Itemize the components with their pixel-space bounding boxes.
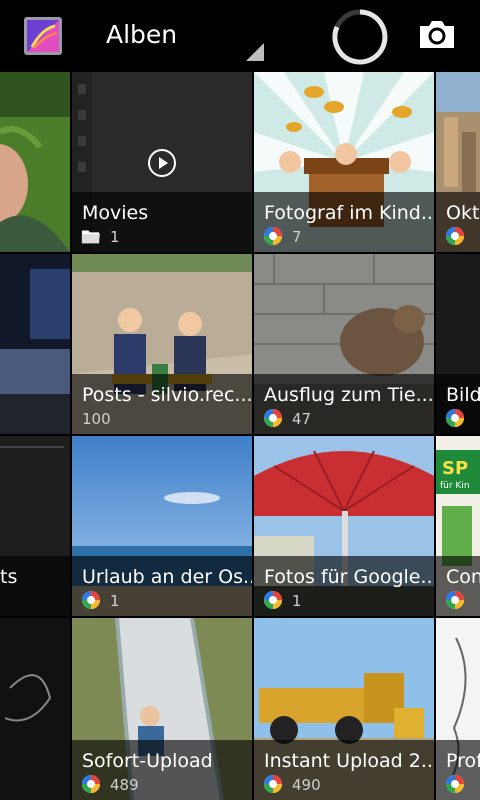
- album-label-bar: Instant Upload 2... 490: [254, 740, 434, 800]
- picasa-icon: [264, 409, 282, 427]
- picasa-icon: [446, 591, 464, 609]
- dropdown-triangle-icon[interactable]: [246, 43, 264, 61]
- gallery-app-icon[interactable]: [24, 17, 62, 55]
- album-count: 1: [292, 592, 302, 610]
- album-view-title[interactable]: Alben: [106, 20, 177, 49]
- album-label-bar: Ausflug zum Tie... 47: [254, 374, 434, 434]
- album-grid: Movies 1 Fotograf im Kind... 7 Okt Posts…: [0, 72, 480, 800]
- album-count: 489: [110, 776, 139, 794]
- album-count: 100: [82, 410, 111, 428]
- album-tile[interactable]: ts: [0, 436, 70, 616]
- sp-sub-text: für Kin: [440, 481, 470, 491]
- album-thumbnail: [0, 254, 70, 434]
- picasa-icon: [264, 775, 282, 793]
- album-tile[interactable]: Prof: [436, 618, 480, 800]
- picasa-icon: [82, 775, 100, 793]
- picasa-icon: [82, 591, 100, 609]
- camera-icon[interactable]: [418, 18, 456, 50]
- album-tile[interactable]: [0, 618, 70, 800]
- action-bar: Alben: [0, 0, 480, 72]
- album-title: ts: [0, 566, 18, 588]
- album-label-bar: Con: [436, 556, 480, 616]
- album-label-bar: Movies 1: [72, 192, 252, 252]
- album-tile[interactable]: Posts - silvio.rec... 100: [72, 254, 252, 434]
- album-label-bar: Prof: [436, 740, 480, 800]
- album-label-bar: Bild: [436, 374, 480, 434]
- album-tile[interactable]: Movies 1: [72, 72, 252, 252]
- folder-icon: [81, 230, 101, 244]
- album-label-bar: Fotos für Google... 1: [254, 556, 434, 616]
- album-title: Fotos für Google...: [264, 566, 434, 588]
- album-title: Urlaub an der Os...: [82, 566, 252, 588]
- album-title: Posts - silvio.rec...: [82, 384, 252, 406]
- album-label-bar: Okto: [436, 192, 480, 252]
- album-label-bar: ts: [0, 556, 70, 616]
- album-title: Instant Upload 2...: [264, 750, 434, 772]
- album-tile[interactable]: [0, 254, 70, 434]
- album-label-bar: Posts - silvio.rec... 100: [72, 374, 252, 434]
- album-tile[interactable]: Instant Upload 2... 490: [254, 618, 434, 800]
- album-tile[interactable]: Urlaub an der Os... 1: [72, 436, 252, 616]
- album-title: Prof: [446, 750, 480, 772]
- album-count: 1: [110, 592, 120, 610]
- picasa-icon: [264, 591, 282, 609]
- album-label-bar: Sofort-Upload 489: [72, 740, 252, 800]
- picasa-icon: [446, 775, 464, 793]
- album-tile[interactable]: Ausflug zum Tie... 47: [254, 254, 434, 434]
- album-label-bar: Urlaub an der Os... 1: [72, 556, 252, 616]
- album-title: Okto: [446, 202, 480, 224]
- album-tile[interactable]: Fotos für Google... 1: [254, 436, 434, 616]
- play-icon[interactable]: [147, 148, 177, 178]
- album-count: 47: [292, 410, 312, 428]
- album-tile[interactable]: [0, 72, 70, 252]
- album-label-bar: Fotograf im Kind... 7: [254, 192, 434, 252]
- album-title: Movies: [82, 202, 149, 224]
- album-title: Sofort-Upload: [82, 750, 213, 772]
- album-count: 1: [110, 228, 120, 246]
- loading-spinner-icon: [332, 9, 388, 65]
- album-count: 490: [292, 776, 321, 794]
- album-count: 7: [292, 228, 302, 246]
- picasa-icon: [446, 227, 464, 245]
- album-thumbnail: [0, 72, 70, 252]
- album-tile[interactable]: SP für Kin Con: [436, 436, 480, 616]
- sp-sign-text: SP: [442, 458, 468, 479]
- album-tile[interactable]: Fotograf im Kind... 7: [254, 72, 434, 252]
- album-tile[interactable]: Okto: [436, 72, 480, 252]
- album-tile[interactable]: Bild: [436, 254, 480, 434]
- album-tile[interactable]: Sofort-Upload 489: [72, 618, 252, 800]
- album-title: Ausflug zum Tie...: [264, 384, 434, 406]
- picasa-icon: [446, 409, 464, 427]
- album-thumbnail: [0, 618, 70, 800]
- album-title: Con: [446, 566, 480, 588]
- picasa-icon: [264, 227, 282, 245]
- album-title: Fotograf im Kind...: [264, 202, 434, 224]
- album-title: Bild: [446, 384, 480, 406]
